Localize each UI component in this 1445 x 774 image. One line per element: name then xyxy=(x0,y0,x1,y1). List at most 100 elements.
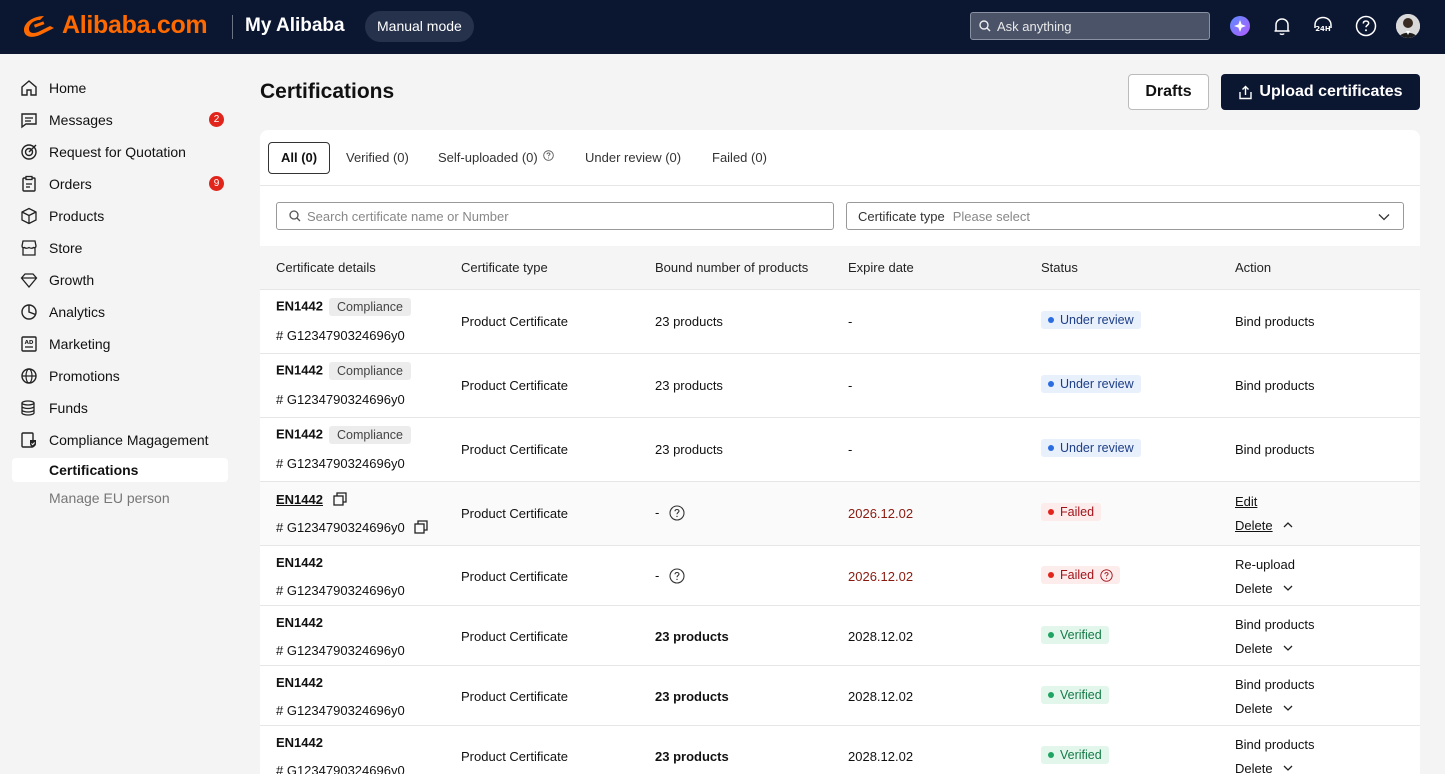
sidebar-item-promotions[interactable]: Promotions xyxy=(20,364,230,388)
delete-link[interactable]: Delete xyxy=(1235,641,1273,656)
certificate-number-cell: # G1234790324696y0 xyxy=(276,520,428,535)
section-title[interactable]: My Alibaba xyxy=(245,15,345,37)
column-bound-products[interactable]: Bound number of products xyxy=(655,246,808,290)
certificate-type: Product Certificate xyxy=(461,629,568,644)
tab-verified[interactable]: Verified (0) xyxy=(346,142,409,174)
sidebar-item-analytics[interactable]: Analytics xyxy=(20,300,230,324)
status-dot xyxy=(1048,632,1054,638)
bind-products-link[interactable]: Bind products xyxy=(1235,737,1315,752)
topbar-divider xyxy=(232,15,233,39)
avatar[interactable] xyxy=(1396,14,1420,38)
sidebar-item-compliance[interactable]: Compliance Magagement xyxy=(20,428,230,452)
alibaba-logo-icon xyxy=(24,16,54,37)
delete-link[interactable]: Delete xyxy=(1235,761,1273,774)
status-label: Failed xyxy=(1060,568,1095,582)
delete-dropdown[interactable]: Delete xyxy=(1235,641,1294,656)
status-badge[interactable]: Failed xyxy=(1041,566,1121,584)
edit-link[interactable]: Edit xyxy=(1235,494,1257,509)
sidebar-item-label: Store xyxy=(49,240,83,256)
table-row: EN1442 Compliance # G1234790324696y0 Prod… xyxy=(260,354,1420,418)
drafts-button[interactable]: Drafts xyxy=(1128,74,1209,110)
status-badge: Under review xyxy=(1041,375,1141,393)
compliance-tag: Compliance xyxy=(328,426,411,444)
sidebar-item-label: Analytics xyxy=(49,304,106,320)
column-expire-date[interactable]: Expire date xyxy=(848,246,914,290)
delete-link[interactable]: Delete xyxy=(1235,581,1273,596)
orders-count-badge: 9 xyxy=(209,176,224,191)
sidebar-subitem-manage-eu-person[interactable]: Manage EU person xyxy=(12,486,228,510)
certificate-id-link[interactable]: EN1442 xyxy=(276,492,323,507)
certificate-id-cell: EN1442 Compliance xyxy=(276,426,411,444)
column-status[interactable]: Status xyxy=(1041,246,1078,290)
help-circle-icon[interactable] xyxy=(543,150,555,161)
column-certificate-details[interactable]: Certificate details xyxy=(276,246,376,290)
certificate-search-input[interactable]: Search certificate name or Number xyxy=(276,202,834,230)
bind-products-link[interactable]: Bind products xyxy=(1235,617,1315,632)
bind-products-link[interactable]: Bind products xyxy=(1235,442,1315,457)
status-label: Failed xyxy=(1060,505,1095,519)
sidebar-item-messages[interactable]: Messages 2 xyxy=(20,108,230,132)
top-bar: Alibaba.com My Alibaba Manual mode Ask a… xyxy=(0,0,1445,54)
bound-products[interactable]: 23 products xyxy=(655,749,729,764)
sidebar-subitem-certifications[interactable]: Certifications xyxy=(12,458,228,482)
sidebar-item-home[interactable]: Home xyxy=(20,76,230,100)
support-24h-icon[interactable]: 24H xyxy=(1312,15,1334,37)
delete-link[interactable]: Delete xyxy=(1235,701,1273,716)
help-circle-icon[interactable] xyxy=(669,568,685,584)
certificate-type: Product Certificate xyxy=(461,506,568,521)
certificate-search-placeholder: Search certificate name or Number xyxy=(307,208,509,224)
status-dot xyxy=(1048,381,1054,387)
delete-dropdown[interactable]: Delete xyxy=(1235,581,1294,596)
ask-anything-search[interactable]: Ask anything xyxy=(970,12,1210,40)
certificate-type: Product Certificate xyxy=(461,569,568,584)
search-icon xyxy=(979,20,991,32)
alibaba-logo[interactable]: Alibaba.com xyxy=(20,10,208,40)
column-certificate-type[interactable]: Certificate type xyxy=(461,246,548,290)
tab-under-review[interactable]: Under review (0) xyxy=(585,142,681,174)
bind-products-link[interactable]: Bind products xyxy=(1235,378,1315,393)
help-circle-icon[interactable] xyxy=(1100,568,1113,582)
delete-dropdown[interactable]: Delete xyxy=(1235,701,1294,716)
tab-all[interactable]: All (0) xyxy=(268,142,331,174)
sidebar-item-funds[interactable]: Funds xyxy=(20,396,230,420)
chevron-down-icon xyxy=(1283,765,1293,771)
bound-products[interactable]: 23 products xyxy=(655,689,729,704)
sidebar-item-products[interactable]: Products xyxy=(20,204,230,228)
table-row: EN1442 Compliance # G1234790324696y0 Prod… xyxy=(260,418,1420,482)
manual-mode-button[interactable]: Manual mode xyxy=(365,11,474,42)
bound-products: - xyxy=(655,568,660,583)
help-icon[interactable] xyxy=(1355,15,1377,37)
delete-dropdown[interactable]: Delete xyxy=(1235,518,1294,533)
status-dot xyxy=(1048,692,1054,698)
compliance-tag: Compliance xyxy=(328,362,411,380)
status-badge: Under review xyxy=(1041,311,1141,329)
copy-icon[interactable] xyxy=(414,520,428,534)
bell-icon[interactable] xyxy=(1271,15,1293,37)
column-action[interactable]: Action xyxy=(1235,246,1271,290)
status-badge: Under review xyxy=(1041,439,1141,457)
bind-products-link[interactable]: Bind products xyxy=(1235,314,1315,329)
delete-dropdown[interactable]: Delete xyxy=(1235,761,1294,774)
sidebar-item-orders[interactable]: Orders 9 xyxy=(20,172,230,196)
tab-failed[interactable]: Failed (0) xyxy=(712,142,767,174)
certificate-type-select[interactable]: Certificate type Please select xyxy=(846,202,1404,230)
re-upload-link[interactable]: Re-upload xyxy=(1235,557,1295,572)
sidebar-item-marketing[interactable]: AD Marketing xyxy=(20,332,230,356)
sidebar-item-growth[interactable]: Growth xyxy=(20,268,230,292)
certificate-type: Product Certificate xyxy=(461,314,568,329)
bind-products-link[interactable]: Bind products xyxy=(1235,677,1315,692)
bound-products[interactable]: 23 products xyxy=(655,629,729,644)
delete-link[interactable]: Delete xyxy=(1235,518,1273,533)
tab-self-uploaded[interactable]: Self-uploaded (0) xyxy=(438,142,555,174)
copy-icon[interactable] xyxy=(332,492,347,506)
help-circle-icon[interactable] xyxy=(669,505,685,521)
upload-certificates-button[interactable]: Upload certificates xyxy=(1221,74,1420,110)
ai-assistant-icon[interactable] xyxy=(1229,15,1251,37)
status-label: Verified xyxy=(1060,628,1102,642)
messages-count-badge: 2 xyxy=(209,112,224,127)
sidebar-item-rfq[interactable]: Request for Quotation xyxy=(20,140,230,164)
clipboard-icon xyxy=(22,175,36,192)
status-label: Verified xyxy=(1060,748,1102,762)
expire-date: 2028.12.02 xyxy=(848,629,914,644)
sidebar-item-store[interactable]: Store xyxy=(20,236,230,260)
